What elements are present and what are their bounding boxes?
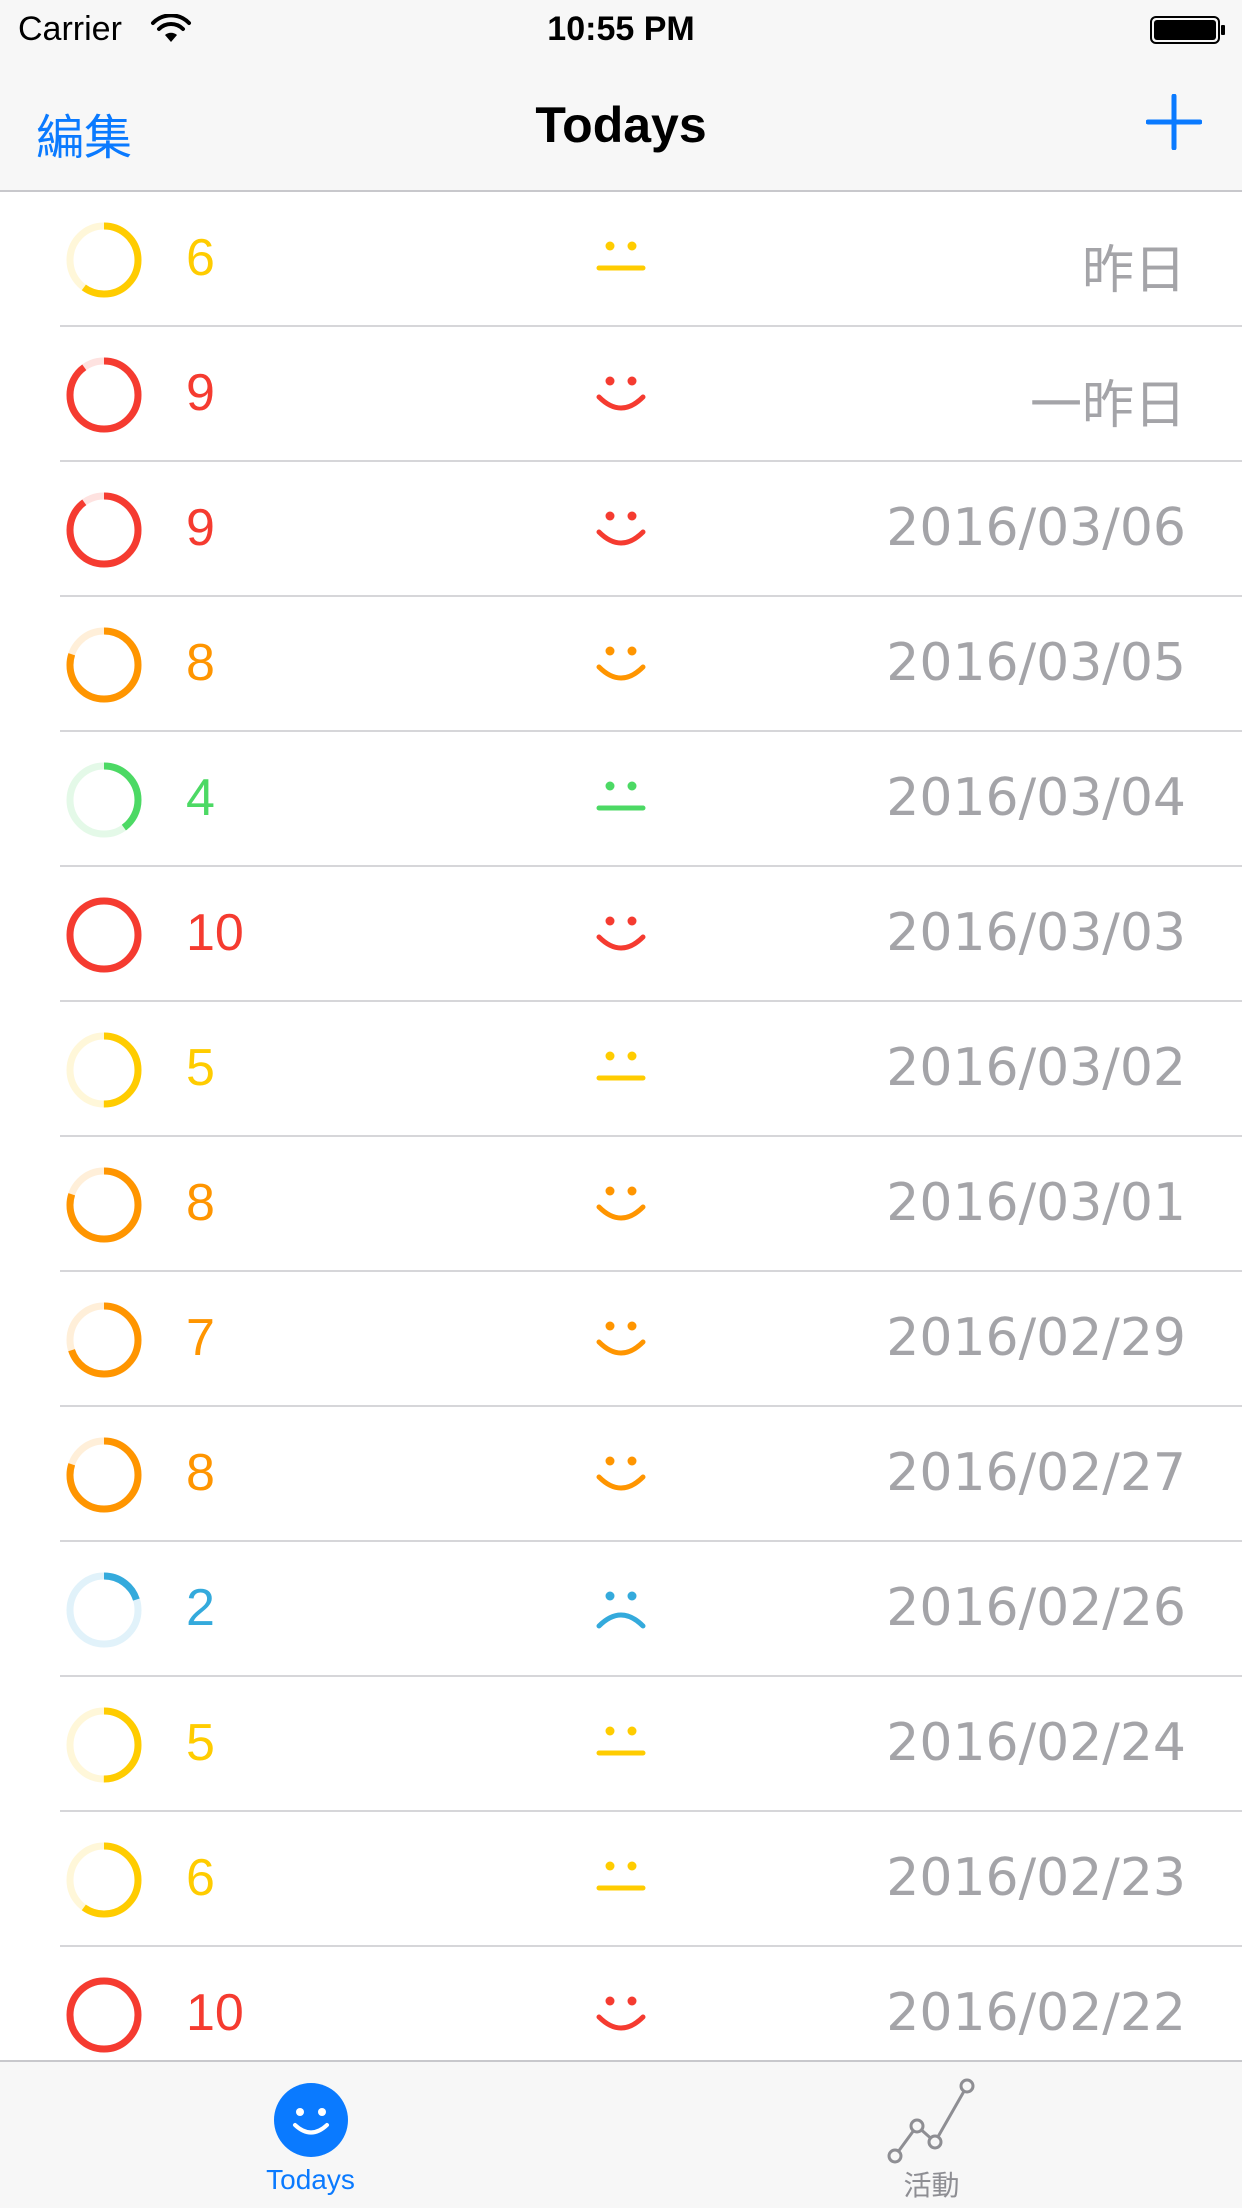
entry-date: 2016/02/26 [886,1578,1186,1638]
score-value: 6 [186,1849,215,1907]
tab-label-activity: 活動 [903,2169,960,2202]
score-value: 7 [186,1309,215,1367]
entry-date: 2016/02/27 [886,1443,1186,1503]
tab-label-todays: Todays [266,2164,355,2195]
progress-ring [66,492,142,568]
list-item[interactable]: 8 2016/02/27 [0,1407,1242,1542]
entry-date: 昨日 [1081,241,1186,301]
neutral-face-icon [596,1861,646,1891]
status-time: 10:55 PM [547,10,695,48]
page-title: Todays [535,97,707,153]
progress-ring [66,1437,142,1513]
entry-date: 2016/03/01 [886,1173,1186,1233]
status-bar: Carrier 10:55 PM [0,0,1242,60]
progress-ring [66,762,142,838]
entry-date: 2016/03/05 [886,633,1186,693]
score-value: 2 [186,1579,215,1637]
score-value: 4 [186,769,215,827]
entry-date: 2016/03/04 [886,768,1186,828]
happy-face-icon [596,1186,646,1221]
list-item[interactable]: 5 2016/03/02 [0,1002,1242,1137]
entry-date: 2016/02/29 [886,1308,1186,1368]
entry-date: 2016/03/03 [886,903,1186,963]
score-value: 6 [186,229,215,287]
entry-date: 2016/03/06 [886,498,1186,558]
entry-list[interactable]: 6 昨日 9 一昨日 9 2016/03/06 8 2016/03/05 4 2016/03/04… [0,192,1242,2060]
list-item[interactable]: 6 2016/02/23 [0,1812,1242,1947]
progress-ring [66,357,142,433]
progress-ring [66,897,142,973]
progress-ring [66,1032,142,1108]
list-item[interactable]: 10 2016/02/22 [0,1947,1242,2060]
list-item[interactable]: 8 2016/03/01 [0,1137,1242,1272]
happy-face-icon [596,1456,646,1491]
score-value: 5 [186,1714,215,1772]
score-value: 8 [186,634,215,692]
list-item[interactable]: 9 2016/03/06 [0,462,1242,597]
battery-icon [1150,16,1225,44]
entry-date: 一昨日 [1029,376,1186,436]
score-value: 9 [186,364,215,422]
progress-ring [66,627,142,703]
progress-ring [66,1977,142,2053]
entry-date: 2016/02/23 [886,1848,1186,1908]
score-value: 10 [186,904,244,962]
list-item[interactable]: 9 一昨日 [0,327,1242,462]
neutral-face-icon [596,241,646,271]
progress-ring [66,1572,142,1648]
score-value: 5 [186,1039,215,1097]
happy-face-icon [596,1321,646,1356]
tab-activity[interactable]: 活動 [621,2062,1242,2210]
progress-ring [66,1707,142,1783]
list-item[interactable]: 7 2016/02/29 [0,1272,1242,1407]
progress-ring [66,1302,142,1378]
score-value: 9 [186,499,215,557]
neutral-face-icon [596,1726,646,1756]
happy-face-icon [596,646,646,681]
sad-face-icon [596,1591,646,1629]
progress-ring [66,1167,142,1243]
happy-face-icon [596,376,646,411]
happy-face-icon [596,1996,646,2031]
tab-bar: Todays 活動 [0,2060,1242,2208]
happy-face-icon [596,511,646,546]
plus-icon[interactable] [1146,94,1202,150]
list-item[interactable]: 4 2016/03/04 [0,732,1242,867]
list-item[interactable]: 8 2016/03/05 [0,597,1242,732]
progress-ring [66,1842,142,1918]
list-item[interactable]: 5 2016/02/24 [0,1677,1242,1812]
list-item[interactable]: 2 2016/02/26 [0,1542,1242,1677]
happy-face-icon [596,916,646,951]
score-value: 8 [186,1174,215,1232]
neutral-face-icon [596,781,646,811]
entry-date: 2016/03/02 [886,1038,1186,1098]
list-item[interactable]: 6 昨日 [0,192,1242,327]
tab-todays[interactable]: Todays [0,2062,621,2210]
entry-date: 2016/02/22 [886,1983,1186,2043]
score-value: 8 [186,1444,215,1502]
score-value: 10 [186,1984,244,2042]
entry-date: 2016/02/24 [886,1713,1186,1773]
smiley-icon [273,2083,348,2157]
navigation-bar: 編集 Todays [0,60,1242,192]
list-item[interactable]: 10 2016/03/03 [0,867,1242,1002]
progress-ring [66,222,142,298]
line-chart-icon [887,2078,974,2164]
neutral-face-icon [596,1051,646,1081]
